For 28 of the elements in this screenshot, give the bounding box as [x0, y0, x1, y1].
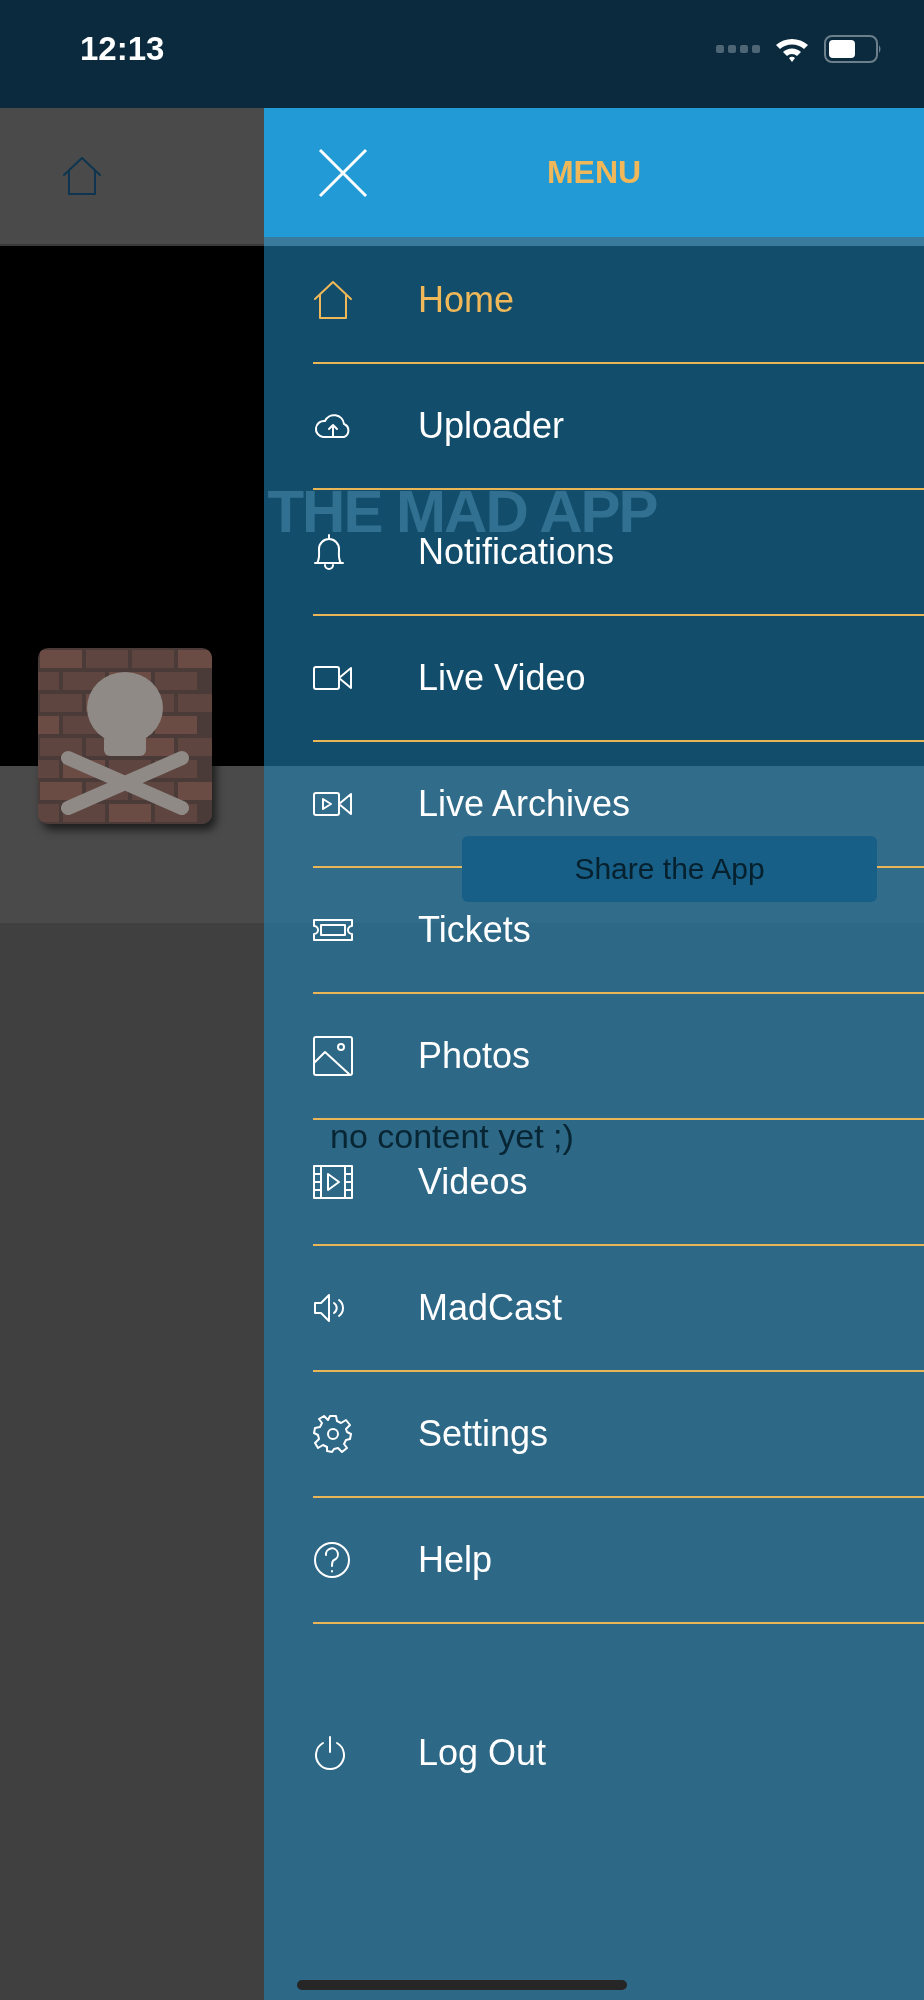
menu-item[interactable]: Settings	[418, 1413, 549, 1455]
menu-item[interactable]: Uploader	[418, 405, 565, 447]
signal-icon	[716, 44, 760, 54]
bell-icon	[313, 533, 345, 571]
logout-item[interactable]: Log Out	[418, 1732, 547, 1774]
menu-title: MENU	[546, 154, 642, 191]
menu-item[interactable]: Help	[418, 1539, 493, 1581]
menu-item[interactable]: Videos	[418, 1161, 528, 1203]
empty-message: no content yet ;)	[330, 1117, 574, 1156]
help-icon	[313, 1541, 351, 1579]
menu-item[interactable]: Home	[418, 279, 515, 321]
menu-item[interactable]: Live Archives	[418, 783, 631, 825]
film-icon	[313, 1165, 353, 1199]
image-icon	[313, 1036, 353, 1076]
close-button[interactable]	[318, 147, 368, 198]
video-play-icon	[313, 791, 353, 817]
video-camera-icon	[313, 665, 353, 691]
status-time: 12:13	[80, 30, 165, 68]
ticket-icon	[313, 918, 353, 942]
home-icon	[313, 280, 353, 320]
menu-item[interactable]: Tickets	[418, 909, 531, 951]
menu-item[interactable]: MadCast	[418, 1287, 563, 1329]
battery-icon	[824, 35, 882, 63]
power-icon	[313, 1735, 347, 1771]
menu-item[interactable]: Photos	[418, 1035, 531, 1077]
settings-icon	[313, 1414, 353, 1454]
menu-item[interactable]: Live Video	[418, 657, 586, 699]
speaker-icon	[313, 1293, 347, 1323]
